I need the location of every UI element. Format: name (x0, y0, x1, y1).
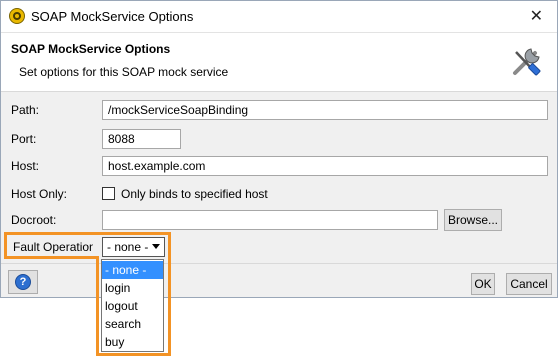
close-button[interactable]: ✕ (530, 6, 543, 26)
footer-separator (1, 263, 557, 264)
tools-icon (513, 48, 541, 76)
app-icon (9, 8, 25, 24)
host-label: Host: (11, 159, 40, 173)
browse-button[interactable]: Browse... (444, 209, 502, 231)
highlight-fault-label (4, 232, 97, 259)
docroot-field[interactable] (102, 210, 438, 230)
header-title: SOAP MockService Options (11, 42, 171, 56)
window-title: SOAP MockService Options (31, 9, 194, 24)
title-bar: SOAP MockService Options ✕ (1, 1, 557, 33)
cancel-button[interactable]: Cancel (506, 273, 552, 295)
highlight-dropdown (96, 232, 171, 356)
dialog-header: SOAP MockService Options Set options for… (1, 33, 557, 92)
port-field[interactable]: 8088 (102, 129, 181, 149)
help-icon: ? (15, 274, 31, 290)
docroot-label: Docroot: (11, 213, 57, 227)
path-field[interactable]: /mockServiceSoapBinding (102, 100, 548, 120)
highlight-joint (93, 235, 99, 256)
host-field[interactable]: host.example.com (102, 156, 548, 176)
host-only-label: Host Only: (11, 187, 68, 201)
help-button[interactable]: ? (8, 270, 38, 294)
host-only-checkbox[interactable] (102, 187, 115, 200)
port-label: Port: (11, 132, 37, 146)
host-only-checkbox-label[interactable]: Only binds to specified host (121, 187, 268, 201)
path-label: Path: (11, 103, 40, 117)
ok-button[interactable]: OK (471, 273, 495, 295)
header-subtitle: Set options for this SOAP mock service (19, 65, 229, 79)
